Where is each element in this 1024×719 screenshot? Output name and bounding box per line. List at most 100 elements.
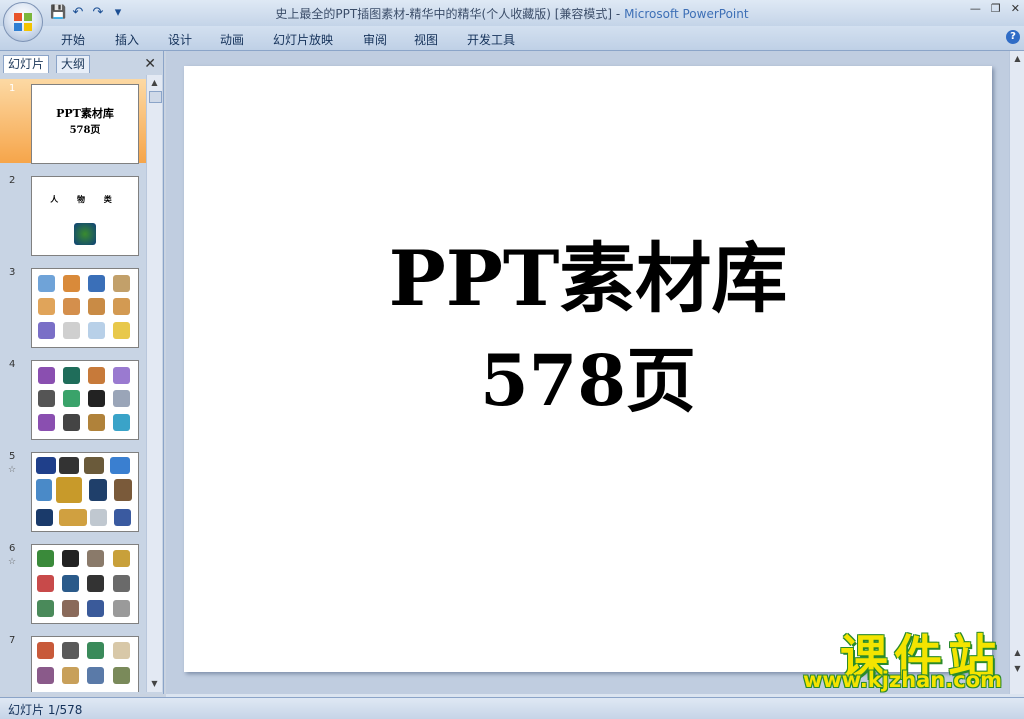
watermark-url: www.kjzhan.com [802,668,1002,692]
close-icon[interactable]: ✕ [144,56,156,72]
tab-home[interactable]: 开始 [61,31,85,48]
tab-outline[interactable]: 大纲 [56,55,91,73]
clipart-icon [38,390,55,407]
clipart-icon [38,367,55,384]
restore-icon[interactable]: ❐ [991,2,1001,15]
next-slide-icon[interactable]: ▼ [1012,663,1023,674]
tab-review[interactable]: 审阅 [363,31,387,48]
clipart-icon [113,414,130,431]
scroll-up-icon[interactable]: ▲ [149,77,160,88]
clipart-icon [88,298,105,315]
slide-counter: 幻灯片 1/578 [8,703,83,717]
clipart-icon [38,414,55,431]
slide-thumbnail[interactable]: 6 ☆ [0,539,146,624]
clipart-icon [88,414,105,431]
clipart-icon [36,457,56,474]
clipart-icon [63,298,80,315]
clipart-icon [38,298,55,315]
clipart-icon [113,322,130,339]
office-logo-icon [14,13,32,31]
clipart-icon [113,390,130,407]
watermark-logo: 课件站 www.kjzhan.com [766,618,1002,696]
tab-slideshow[interactable]: 幻灯片放映 [273,31,333,48]
slide-subtitle[interactable]: 578页 [184,341,992,421]
clipart-icon [59,509,87,526]
clipart-icon [56,477,82,503]
clipart-icon [113,600,130,617]
previous-slide-icon[interactable]: ▲ [1012,647,1023,658]
slide-editor: PPT素材库 578页 [166,51,1009,694]
clipart-icon [88,367,105,384]
panel-scrollbar[interactable]: ▲ ▼ [146,75,162,692]
window-title: 史上最全的PPT插图素材-精华中的精华(个人收藏版) [兼容模式] - Micr… [0,5,1024,22]
thumb-title: 人 物 类 [50,195,120,204]
clipart-icon [63,322,80,339]
clipart-icon [88,322,105,339]
clipart-icon [84,457,104,474]
thumbnail-image [31,268,139,348]
thumbnail-list: 1 PPT素材库 578页 2 人 物 类 3 4 5 ☆ 6 ☆ 7 [0,75,146,692]
clipart-icon [62,600,79,617]
clipart-icon [38,322,55,339]
scroll-up-icon[interactable]: ▲ [1012,53,1023,64]
document-title: 史上最全的PPT插图素材-精华中的精华(个人收藏版) [兼容模式] - [275,7,625,21]
clipart-icon [88,390,105,407]
clipart-icon [36,509,53,526]
tab-slides[interactable]: 幻灯片 [3,55,50,73]
clipart-icon [87,667,104,684]
slide-thumbnail[interactable]: 2 人 物 类 [0,171,146,256]
thumbnail-image [31,636,139,692]
clipart-icon [87,550,104,567]
slide-thumbnail[interactable]: 3 [0,263,146,348]
thumbnail-image: PPT素材库 578页 [31,84,139,164]
slide-thumbnail[interactable]: 5 ☆ [0,447,146,532]
slide-number: 1 [9,83,16,94]
scroll-thumb[interactable] [149,91,162,103]
slide-canvas[interactable]: PPT素材库 578页 [184,66,992,672]
slide-number: 2 [9,175,16,186]
close-icon[interactable]: ✕ [1011,2,1020,15]
clipart-icon [38,275,55,292]
clipart-icon [62,667,79,684]
clipart-icon [113,550,130,567]
slide-number: 7 [9,635,16,646]
clipart-icon [113,667,130,684]
tab-insert[interactable]: 插入 [115,31,139,48]
slide-title[interactable]: PPT素材库 [184,236,992,322]
clipart-icon [87,642,104,659]
slides-panel: 幻灯片 大纲 ✕ 1 PPT素材库 578页 2 人 物 类 3 4 5 ☆ 6… [0,51,164,694]
app-name: Microsoft PowerPoint [624,7,749,21]
clipart-icon [63,367,80,384]
thumb-subtitle: 578页 [69,125,101,136]
tab-view[interactable]: 视图 [414,31,438,48]
animation-icon: ☆ [8,557,17,567]
editor-scrollbar[interactable]: ▲ ▲ ▼ [1009,51,1024,694]
slide-number: 5 [9,451,16,462]
clipart-icon [37,550,54,567]
clipart-icon [62,550,79,567]
clipart-icon [88,275,105,292]
minimize-icon[interactable]: — [970,2,981,15]
clipart-icon [113,275,130,292]
clipart-icon [74,223,96,245]
thumb-title: PPT素材库 [56,107,114,120]
panel-tabs: 幻灯片 大纲 ✕ [0,53,163,73]
clipart-icon [114,509,131,526]
clipart-icon [36,479,52,501]
scroll-down-icon[interactable]: ▼ [149,678,160,689]
tab-developer[interactable]: 开发工具 [467,31,515,48]
clipart-icon [113,575,130,592]
slide-thumbnail[interactable]: 7 [0,631,146,692]
clipart-icon [37,575,54,592]
tab-animations[interactable]: 动画 [220,31,244,48]
thumbnail-image [31,544,139,624]
clipart-icon [59,457,79,474]
clipart-icon [63,414,80,431]
slide-thumbnail[interactable]: 4 [0,355,146,440]
help-icon[interactable]: ? [1006,30,1020,44]
slide-thumbnail[interactable]: 1 PPT素材库 578页 [0,79,146,164]
office-button[interactable] [3,2,43,42]
slide-number: 3 [9,267,16,278]
clipart-icon [62,575,79,592]
tab-design[interactable]: 设计 [168,31,192,48]
